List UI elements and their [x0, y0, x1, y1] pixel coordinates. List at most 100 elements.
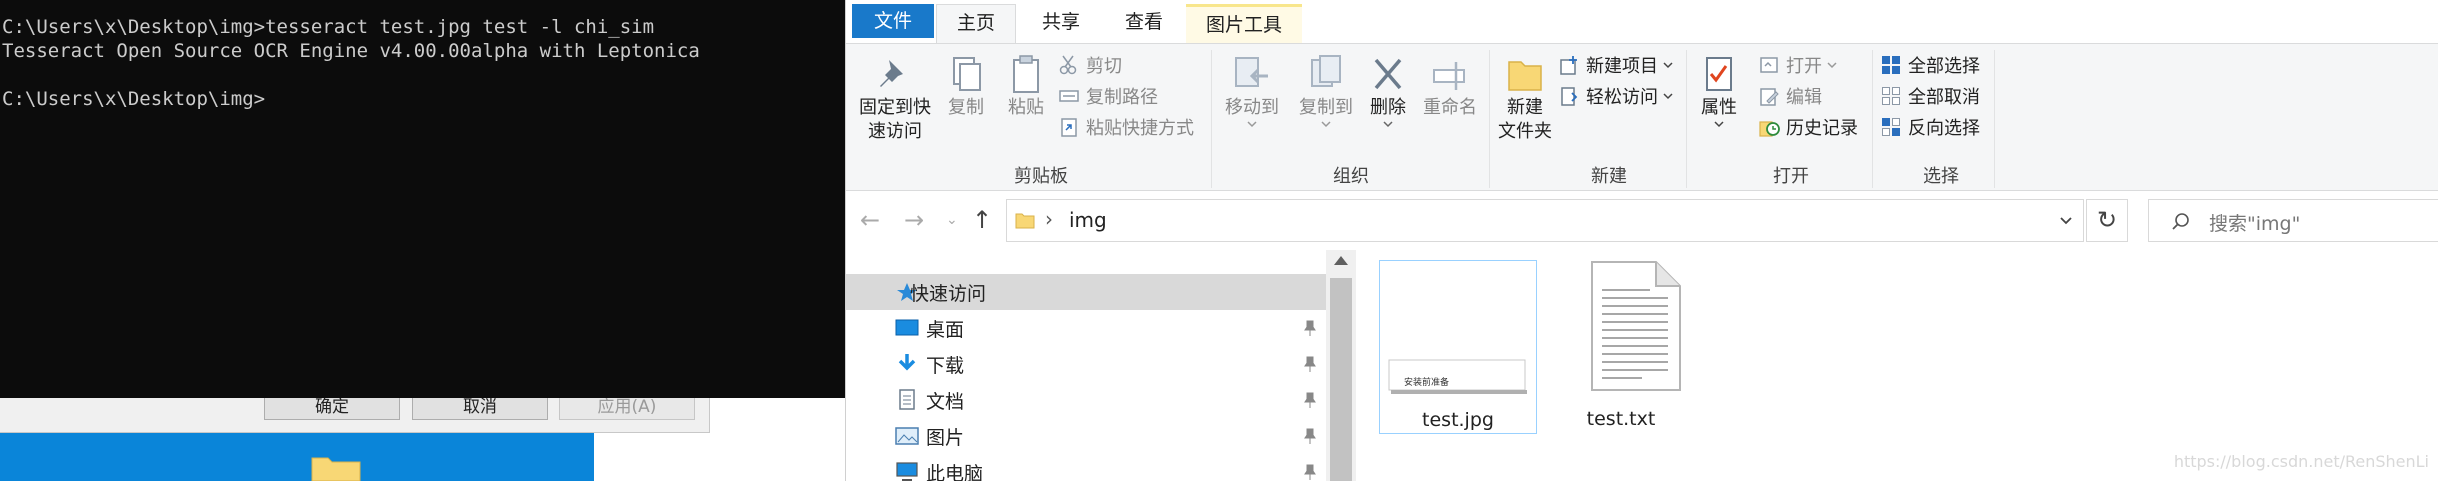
- back-arrow-icon[interactable]: ←: [860, 206, 880, 234]
- edit-icon: [1760, 88, 1779, 106]
- ribbon-tabs: 文件 主页 共享 查看 图片工具: [846, 0, 2438, 44]
- copy-to-label: 复制到: [1299, 97, 1353, 118]
- open-icon: [1760, 57, 1778, 73]
- cut-label: 剪切: [1086, 56, 1122, 77]
- search-input[interactable]: 搜索"img": [2209, 209, 2300, 236]
- group-divider: [1872, 50, 1873, 188]
- tab-share[interactable]: 共享: [1022, 4, 1100, 44]
- organize-group-label: 组织: [1333, 166, 1369, 187]
- properties-icon: [1706, 57, 1732, 91]
- command-prompt-window[interactable]: C:\Users\x\Desktop\img>tesseract test.jp…: [0, 0, 845, 398]
- cancel-button[interactable]: 取消: [412, 395, 548, 420]
- invert-selection-label: 反向选择: [1908, 118, 1980, 139]
- cut-button[interactable]: 剪切: [1058, 50, 1122, 80]
- clipboard-group-label: 剪贴板: [1014, 166, 1068, 187]
- paste-label: 粘贴: [1008, 97, 1044, 118]
- invert-selection-button[interactable]: 反向选择: [1880, 112, 1980, 142]
- file-explorer-window: 文件 主页 共享 查看 图片工具 固定到快 速访问 复制 粘贴 剪切 复制路径 …: [845, 0, 2438, 481]
- scroll-thumb[interactable]: [1330, 278, 1352, 481]
- file-name: test.jpg: [1422, 409, 1494, 431]
- address-bar[interactable]: › img: [1006, 199, 2084, 242]
- recent-chevron-icon[interactable]: ⌄: [946, 212, 958, 228]
- pin-icon[interactable]: [1303, 392, 1317, 408]
- breadcrumb-separator-icon[interactable]: ›: [1045, 207, 1053, 231]
- desktop-icon: [895, 319, 919, 336]
- tab-home[interactable]: 主页: [936, 4, 1016, 44]
- open-button[interactable]: 打开: [1758, 50, 1838, 80]
- new-item-button[interactable]: 新建项目: [1558, 50, 1674, 80]
- refresh-button[interactable]: ↻: [2086, 199, 2128, 242]
- tab-file[interactable]: 文件: [852, 4, 934, 38]
- select-none-icon: [1882, 87, 1900, 105]
- ok-button[interactable]: 确定: [264, 395, 400, 420]
- properties-button[interactable]: 属性: [1694, 54, 1744, 128]
- open-label: 打开: [1786, 56, 1822, 77]
- copy-button[interactable]: 复制: [938, 54, 994, 120]
- tab-picture-tools[interactable]: 图片工具: [1186, 4, 1302, 44]
- rename-label: 重命名: [1423, 97, 1477, 118]
- sidebar-item-desktop[interactable]: 桌面: [846, 310, 1326, 346]
- chevron-down-icon: [1383, 121, 1393, 128]
- chevron-down-icon: [1827, 62, 1837, 69]
- console-prompt[interactable]: C:\Users\x\Desktop\img>: [2, 87, 845, 111]
- file-item[interactable]: test.txt: [1542, 260, 1700, 434]
- copy-to-button[interactable]: 复制到: [1290, 54, 1362, 128]
- document-icon: [899, 389, 915, 410]
- new-folder-button[interactable]: 新建 文件夹: [1494, 54, 1556, 144]
- history-button[interactable]: 历史记录: [1758, 112, 1858, 142]
- copy-to-icon: [1311, 55, 1341, 87]
- move-to-button[interactable]: 移动到: [1216, 54, 1288, 128]
- download-icon: [898, 354, 916, 371]
- select-group-label: 选择: [1923, 166, 1959, 187]
- delete-button[interactable]: 删除: [1362, 54, 1414, 128]
- up-arrow-icon[interactable]: ↑: [972, 206, 992, 234]
- breadcrumb-path[interactable]: img: [1069, 208, 1107, 232]
- chevron-down-icon: [1663, 93, 1673, 100]
- paste-button[interactable]: 粘贴: [998, 54, 1054, 120]
- folder-icon: [1015, 213, 1035, 229]
- background-dialog: 确定 取消 应用(A): [0, 395, 710, 433]
- pin-icon[interactable]: [1303, 464, 1317, 480]
- paste-shortcut-button[interactable]: 粘贴快捷方式: [1058, 112, 1194, 142]
- thumbnail-text: 安装前准备: [1404, 378, 1450, 388]
- file-list: 安装前准备 test.jpg test.txt https://blog.csd…: [1366, 250, 2438, 481]
- tab-view[interactable]: 查看: [1104, 4, 1184, 44]
- move-to-label: 移动到: [1225, 97, 1279, 118]
- sidebar-item-label: 此电脑: [926, 462, 984, 481]
- copy-icon: [953, 57, 981, 91]
- rename-button[interactable]: 重命名: [1414, 54, 1486, 120]
- group-divider: [1686, 50, 1687, 188]
- chevron-down-icon: [1247, 121, 1257, 128]
- properties-label: 属性: [1701, 97, 1737, 118]
- copy-path-label: 复制路径: [1086, 87, 1158, 108]
- sidebar-item-this-pc[interactable]: 此电脑: [846, 454, 1326, 481]
- sidebar-item-quick-access[interactable]: 快速访问: [846, 274, 1326, 310]
- pin-label-line2: 速访问: [868, 121, 922, 142]
- search-icon: [2172, 213, 2189, 230]
- sidebar-item-documents[interactable]: 文档: [846, 382, 1326, 418]
- scroll-up-arrow-icon[interactable]: [1334, 256, 1348, 265]
- address-dropdown-icon[interactable]: [2059, 216, 2073, 226]
- pin-icon[interactable]: [1303, 320, 1317, 336]
- pin-icon[interactable]: [1303, 428, 1317, 444]
- new-folder-icon: [1508, 61, 1542, 91]
- easy-access-button[interactable]: 轻松访问: [1558, 81, 1674, 111]
- file-item[interactable]: 安装前准备 test.jpg: [1379, 260, 1537, 434]
- nav-scrollbar[interactable]: [1326, 250, 1356, 481]
- sidebar-item-pictures[interactable]: 图片: [846, 418, 1326, 454]
- forward-arrow-icon[interactable]: →: [904, 206, 924, 234]
- select-all-button[interactable]: 全部选择: [1880, 50, 1980, 80]
- new-item-icon: [1560, 56, 1577, 75]
- copy-path-button[interactable]: 复制路径: [1058, 81, 1158, 111]
- desktop-folder-icon: [311, 457, 361, 481]
- clipboard-icon: [1013, 55, 1039, 93]
- sidebar-item-label: 下载: [926, 354, 965, 377]
- apply-button[interactable]: 应用(A): [559, 395, 695, 420]
- search-box[interactable]: 搜索"img": [2148, 199, 2438, 242]
- address-row: ← → ⌄ ↑ › img ↻ 搜索"img": [846, 196, 2438, 246]
- select-none-button[interactable]: 全部取消: [1880, 81, 1980, 111]
- pin-to-quick-access-button[interactable]: 固定到快 速访问: [856, 54, 934, 144]
- sidebar-item-downloads[interactable]: 下载: [846, 346, 1326, 382]
- edit-button[interactable]: 编辑: [1758, 81, 1822, 111]
- pin-icon[interactable]: [1303, 356, 1317, 372]
